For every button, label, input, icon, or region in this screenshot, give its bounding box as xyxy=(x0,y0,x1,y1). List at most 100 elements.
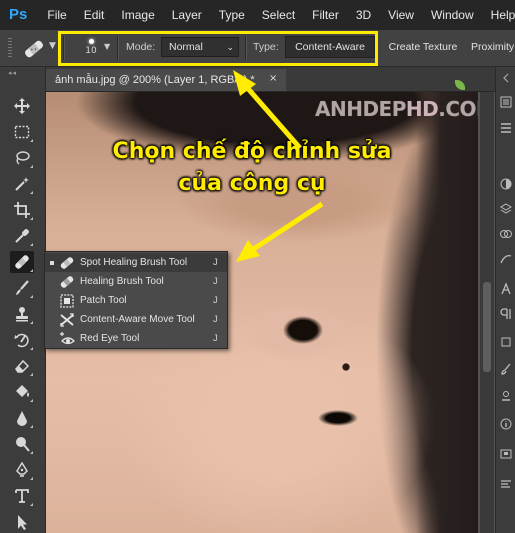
document-title: ảnh mẫu.jpg @ 200% (Layer 1, RGB/8) * xyxy=(55,74,255,86)
menu-3d[interactable]: 3D xyxy=(356,8,371,22)
flyout-item-label: Content-Aware Move Tool xyxy=(80,314,195,325)
eyedropper-icon xyxy=(15,229,29,243)
flyout-item-red-eye[interactable]: Red Eye Tool J xyxy=(45,329,227,348)
channels-panel-icon[interactable] xyxy=(499,227,513,241)
mode-value: Normal xyxy=(169,41,203,53)
chevron-down-icon: ⌄ xyxy=(226,42,234,52)
type-content-aware-button[interactable]: Content-Aware xyxy=(285,36,375,58)
options-bar: ▼ 10 ▼ Mode: Normal ⌄ Type: Content-Awar… xyxy=(0,30,515,67)
toolbar-collapse-icon[interactable]: ◂◂ xyxy=(8,69,17,77)
photoshop-logo: Ps xyxy=(9,6,28,23)
flyout-item-patch[interactable]: Patch Tool J xyxy=(45,291,227,310)
menu-file[interactable]: File xyxy=(47,8,66,22)
properties-panel-icon[interactable] xyxy=(499,121,513,135)
type-proximity-button[interactable]: Proximity xyxy=(470,36,515,58)
right-panel-dock xyxy=(495,67,515,533)
type-tool[interactable] xyxy=(10,485,34,507)
flyout-item-spot-healing[interactable]: Spot Healing Brush Tool J xyxy=(45,253,227,272)
close-icon[interactable]: × xyxy=(269,73,277,84)
tool-presets-panel-icon[interactable] xyxy=(499,335,513,349)
path-selection-tool[interactable] xyxy=(10,511,34,533)
paragraph-panel-icon[interactable] xyxy=(499,307,513,321)
selected-bullet-icon xyxy=(50,260,54,265)
scrollbar-thumb[interactable] xyxy=(483,282,491,372)
watermark-logo: ANHDEPHD.COM xyxy=(315,97,478,121)
brush-tool[interactable] xyxy=(10,277,34,299)
healing-tools-flyout: Spot Healing Brush Tool J Healing Brush … xyxy=(44,251,228,349)
options-grip-handle[interactable] xyxy=(8,38,12,58)
shortcut-key: J xyxy=(213,295,218,306)
clone-source-panel-icon[interactable] xyxy=(499,389,513,403)
shortcut-key: J xyxy=(213,333,218,344)
magic-wand-icon xyxy=(15,177,29,191)
caption-line-2: của công cụ xyxy=(178,171,326,196)
tool-preset-picker[interactable] xyxy=(20,38,48,60)
eraser-tool[interactable] xyxy=(10,355,34,377)
navigator-panel-icon[interactable] xyxy=(499,447,513,461)
magic-wand-tool[interactable] xyxy=(10,173,34,195)
history-brush-tool[interactable] xyxy=(10,329,34,351)
spot-healing-icon xyxy=(15,255,29,269)
eyedropper-tool[interactable] xyxy=(10,225,34,247)
brush-presets-panel-icon[interactable] xyxy=(499,362,513,376)
type-t-icon xyxy=(15,489,29,503)
pen-icon xyxy=(16,461,28,477)
mode-select[interactable]: Normal ⌄ xyxy=(161,37,239,57)
flyout-item-healing-brush[interactable]: Healing Brush Tool J xyxy=(45,272,227,291)
adjustments-panel-icon[interactable] xyxy=(499,177,513,191)
annotation-caption: Chọn chế độ chỉnh sửa của công cụ xyxy=(92,136,412,200)
menu-image[interactable]: Image xyxy=(121,8,154,22)
red-eye-icon xyxy=(59,331,75,347)
timeline-panel-icon[interactable] xyxy=(499,477,513,491)
layers-panel-icon[interactable] xyxy=(499,202,513,216)
menu-select[interactable]: Select xyxy=(262,8,295,22)
brush-size-value: 10 xyxy=(85,46,97,56)
document-tab[interactable]: ảnh mẫu.jpg @ 200% (Layer 1, RGB/8) * xyxy=(46,69,286,91)
info-panel-icon[interactable] xyxy=(499,417,513,431)
crop-icon xyxy=(14,202,30,218)
dodge-tool[interactable] xyxy=(10,433,34,455)
pen-tool[interactable] xyxy=(10,459,34,481)
menu-layer[interactable]: Layer xyxy=(172,8,202,22)
menu-type[interactable]: Type xyxy=(219,8,245,22)
vertical-scrollbar[interactable] xyxy=(480,92,494,533)
flyout-item-content-aware-move[interactable]: Content-Aware Move Tool J xyxy=(45,310,227,329)
move-tool[interactable] xyxy=(10,95,34,117)
brush-icon xyxy=(16,280,29,295)
shortcut-key: J xyxy=(213,276,218,287)
menu-help[interactable]: Help xyxy=(491,8,515,22)
type-create-texture-button[interactable]: Create Texture xyxy=(380,36,466,58)
type-label: Type: xyxy=(253,41,279,53)
spot-healing-icon xyxy=(24,40,44,58)
chevron-down-icon[interactable]: ▼ xyxy=(49,41,56,51)
marquee-tool[interactable] xyxy=(10,121,34,143)
blur-tool[interactable] xyxy=(10,407,34,429)
paint-bucket-icon xyxy=(16,385,29,397)
paint-bucket-tool[interactable] xyxy=(10,381,34,403)
patch-icon xyxy=(59,293,75,309)
lasso-icon xyxy=(16,151,30,165)
healing-brush-icon xyxy=(59,274,75,290)
path-select-arrow-icon xyxy=(18,515,27,530)
character-panel-icon[interactable] xyxy=(499,282,513,296)
history-brush-icon xyxy=(14,333,29,348)
move-icon xyxy=(14,98,30,114)
eraser-icon xyxy=(15,359,30,373)
paths-panel-icon[interactable] xyxy=(499,252,513,266)
divider xyxy=(245,36,247,60)
menu-edit[interactable]: Edit xyxy=(84,8,105,22)
lasso-tool[interactable] xyxy=(10,147,34,169)
chevron-down-icon[interactable]: ▼ xyxy=(104,42,110,51)
stamp-icon xyxy=(16,307,28,322)
brush-picker[interactable]: 10 xyxy=(78,34,104,62)
menu-view[interactable]: View xyxy=(388,8,414,22)
crop-tool[interactable] xyxy=(10,199,34,221)
panel-expand-icon[interactable] xyxy=(499,71,513,85)
menu-window[interactable]: Window xyxy=(431,8,474,22)
brush-tip-icon xyxy=(88,39,94,44)
history-panel-icon[interactable] xyxy=(499,95,513,109)
spot-healing-icon xyxy=(59,255,75,271)
spot-healing-tool[interactable] xyxy=(10,251,34,273)
clone-stamp-tool[interactable] xyxy=(10,303,34,325)
menu-filter[interactable]: Filter xyxy=(312,8,339,22)
